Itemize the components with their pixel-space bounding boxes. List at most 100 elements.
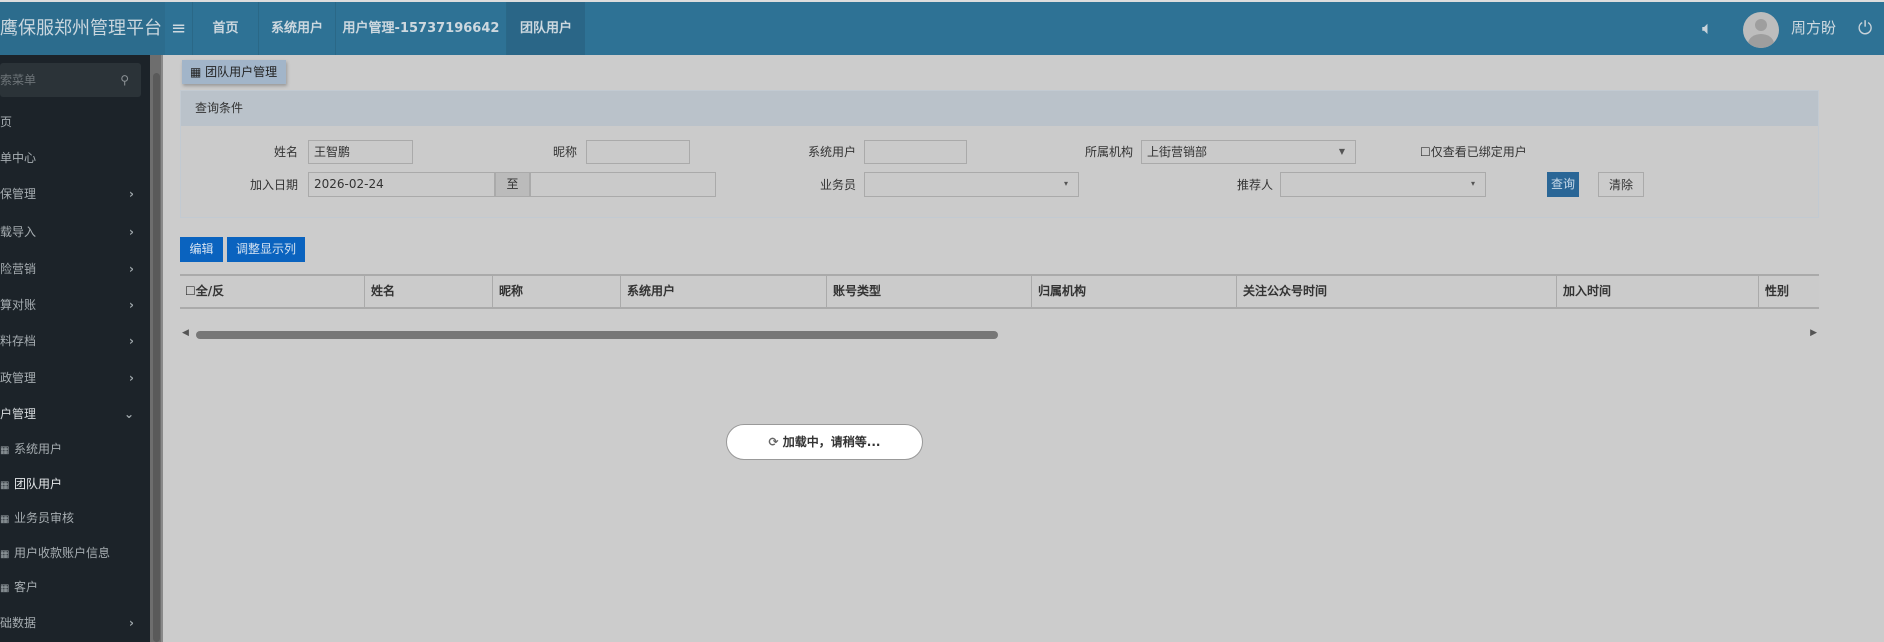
search-button[interactable]: 查询: [1547, 172, 1579, 197]
chevron-right-icon: ›: [129, 616, 134, 630]
avatar[interactable]: [1743, 12, 1779, 48]
sidebar-item-admin[interactable]: 行政管理 ›: [0, 368, 150, 388]
label: 用户管理: [0, 407, 37, 421]
loading-text: 加载中，请稍等...: [782, 435, 881, 449]
checkbox-icon[interactable]: ☐: [185, 284, 196, 298]
caret-down-icon: ▼: [1338, 147, 1345, 156]
scrollbar-thumb[interactable]: [196, 331, 998, 339]
sidebar-item-insure[interactable]: 投保管理 ›: [0, 184, 150, 204]
column-org[interactable]: 归属机构: [1031, 276, 1236, 307]
caret-down-icon: ▾: [1470, 179, 1475, 188]
sidebar-item-marketing[interactable]: 车险营销 ›: [0, 259, 150, 279]
sidebar-item-user-management[interactable]: 用户管理 ⌄: [0, 404, 150, 424]
sidebar-item-issue-center[interactable]: 出单中心: [0, 148, 150, 168]
salesman-select[interactable]: ▾: [864, 172, 1079, 197]
menu-search-input[interactable]: 搜索菜单 ⚲: [0, 63, 141, 97]
bound-only-label: 仅查看已绑定用户: [1430, 145, 1527, 159]
nickname-label: 昵称: [552, 145, 577, 159]
column-system-user[interactable]: 系统用户: [620, 276, 826, 307]
label: 投保管理: [0, 187, 37, 201]
column-gender[interactable]: 性别: [1758, 276, 1819, 307]
chevron-right-icon: ›: [129, 225, 134, 239]
sidebar-subitem-payee-accounts[interactable]: ▦ 用户收款账户信息: [0, 543, 150, 563]
org-value: 上街营销部: [1147, 145, 1208, 159]
table-horizontal-scrollbar[interactable]: ◀ ▶: [180, 326, 1819, 344]
system-user-input[interactable]: [864, 140, 967, 164]
scrollbar-thumb[interactable]: [153, 73, 160, 642]
label: 行政管理: [0, 371, 37, 385]
column-account-type[interactable]: 账号类型: [826, 276, 1031, 307]
chevron-right-icon: ›: [129, 187, 134, 201]
label: 结算对账: [0, 298, 37, 312]
caret-down-icon: ▾: [1063, 179, 1068, 188]
top-header: 鹰保服郑州管理平台 ≡ 首页 系统用户 用户管理-15737196642 团队用…: [0, 0, 1884, 55]
search-icon[interactable]: ⚲: [120, 63, 129, 97]
sidebar-item-base-data[interactable]: 基础数据 ›: [0, 613, 150, 633]
grid-icon: ▦: [0, 514, 10, 525]
system-user-label: 系统用户: [807, 145, 856, 159]
refresh-icon: ⟳: [768, 435, 783, 449]
nav-system-users[interactable]: 系统用户: [258, 2, 335, 55]
chevron-right-icon: ›: [129, 334, 134, 348]
loading-indicator: ⟳ 加载中，请稍等...: [726, 424, 923, 460]
org-label: 所属机构: [1084, 145, 1133, 159]
table-header: ☐全/反 姓名 昵称 系统用户 账号类型 归属机构 关注公众号时间 加入时间 性…: [180, 274, 1819, 309]
adjust-columns-button[interactable]: 调整显示列: [227, 237, 305, 262]
sidebar-subitem-team-users[interactable]: ▦ 团队用户: [0, 474, 150, 494]
column-select-all[interactable]: ☐全/反: [180, 276, 364, 307]
name-label: 姓名: [273, 145, 298, 159]
label: 资料存档: [0, 334, 37, 348]
label: 基础数据: [0, 616, 37, 630]
search-placeholder: 搜索菜单: [0, 73, 37, 87]
grid-icon: ▦: [0, 583, 10, 594]
sidebar-subitem-system-users[interactable]: ▦ 系统用户: [0, 439, 150, 459]
speaker-icon[interactable]: 🔈︎: [1702, 2, 1713, 55]
grid-icon: ▦: [0, 445, 10, 456]
org-select[interactable]: 上街营销部 ▼: [1141, 140, 1356, 164]
sidebar-subitem-customers[interactable]: ▦ 客户: [0, 577, 150, 597]
sidebar-item-download[interactable]: 下载导入 ›: [0, 222, 150, 242]
bound-only-checkbox[interactable]: ☐仅查看已绑定用户: [1420, 140, 1527, 164]
sidebar-item-archive[interactable]: 资料存档 ›: [0, 331, 150, 351]
tab-team-user-management[interactable]: ▦ 团队用户管理: [182, 60, 286, 84]
query-panel: 查询条件: [180, 90, 1819, 218]
sidebar-item-home[interactable]: 首页: [0, 112, 150, 132]
column-nickname[interactable]: 昵称: [492, 276, 620, 307]
join-date-label: 加入日期: [249, 178, 298, 192]
chevron-right-icon: ›: [129, 298, 134, 312]
label: 客户: [14, 580, 39, 594]
label: 下载导入: [0, 225, 37, 239]
name-input[interactable]: 王智鹏: [308, 140, 413, 164]
column-label: 全/反: [195, 284, 225, 298]
column-follow-time[interactable]: 关注公众号时间: [1236, 276, 1556, 307]
chevron-down-icon: ⌄: [123, 407, 134, 421]
column-name[interactable]: 姓名: [364, 276, 492, 307]
nickname-input[interactable]: [586, 140, 690, 164]
scroll-right-icon[interactable]: ▶: [1810, 328, 1817, 338]
sidebar-scrollbar[interactable]: [150, 55, 163, 642]
nav-home[interactable]: 首页: [192, 2, 258, 55]
sidebar-item-settlement[interactable]: 结算对账 ›: [0, 295, 150, 315]
clear-button[interactable]: 清除: [1598, 172, 1644, 197]
nav-user-management[interactable]: 用户管理-15737196642: [335, 2, 506, 55]
scroll-left-icon[interactable]: ◀: [182, 328, 189, 338]
label: 团队用户: [14, 477, 63, 491]
join-date-from-input[interactable]: 2026-02-24: [308, 172, 495, 197]
checkbox-icon[interactable]: ☐: [1420, 145, 1431, 159]
sidebar-subitem-salesman-review[interactable]: ▦ 业务员审核: [0, 508, 150, 528]
referrer-select[interactable]: ▾: [1280, 172, 1486, 197]
power-icon[interactable]: ⏻: [1858, 2, 1872, 55]
sidebar: 搜索菜单 ⚲ 首页 出单中心 投保管理 › 下载导入 › 车险营销 › 结算对账 › 资料…: [0, 55, 150, 642]
edit-button[interactable]: 编辑: [180, 237, 223, 262]
join-date-to-input[interactable]: [530, 172, 716, 197]
date-range-separator: 至: [495, 172, 530, 197]
query-panel-title: 查询条件: [181, 91, 1818, 126]
grid-icon: ▦: [0, 549, 10, 560]
label: 业务员审核: [14, 511, 75, 525]
nav-team-users[interactable]: 团队用户: [506, 2, 585, 55]
referrer-label: 推荐人: [1236, 178, 1273, 192]
menu-toggle-icon[interactable]: ≡: [165, 2, 192, 55]
user-name[interactable]: 周方盼: [1791, 2, 1836, 55]
column-join-time[interactable]: 加入时间: [1556, 276, 1758, 307]
grid-icon: ▦: [190, 65, 206, 79]
